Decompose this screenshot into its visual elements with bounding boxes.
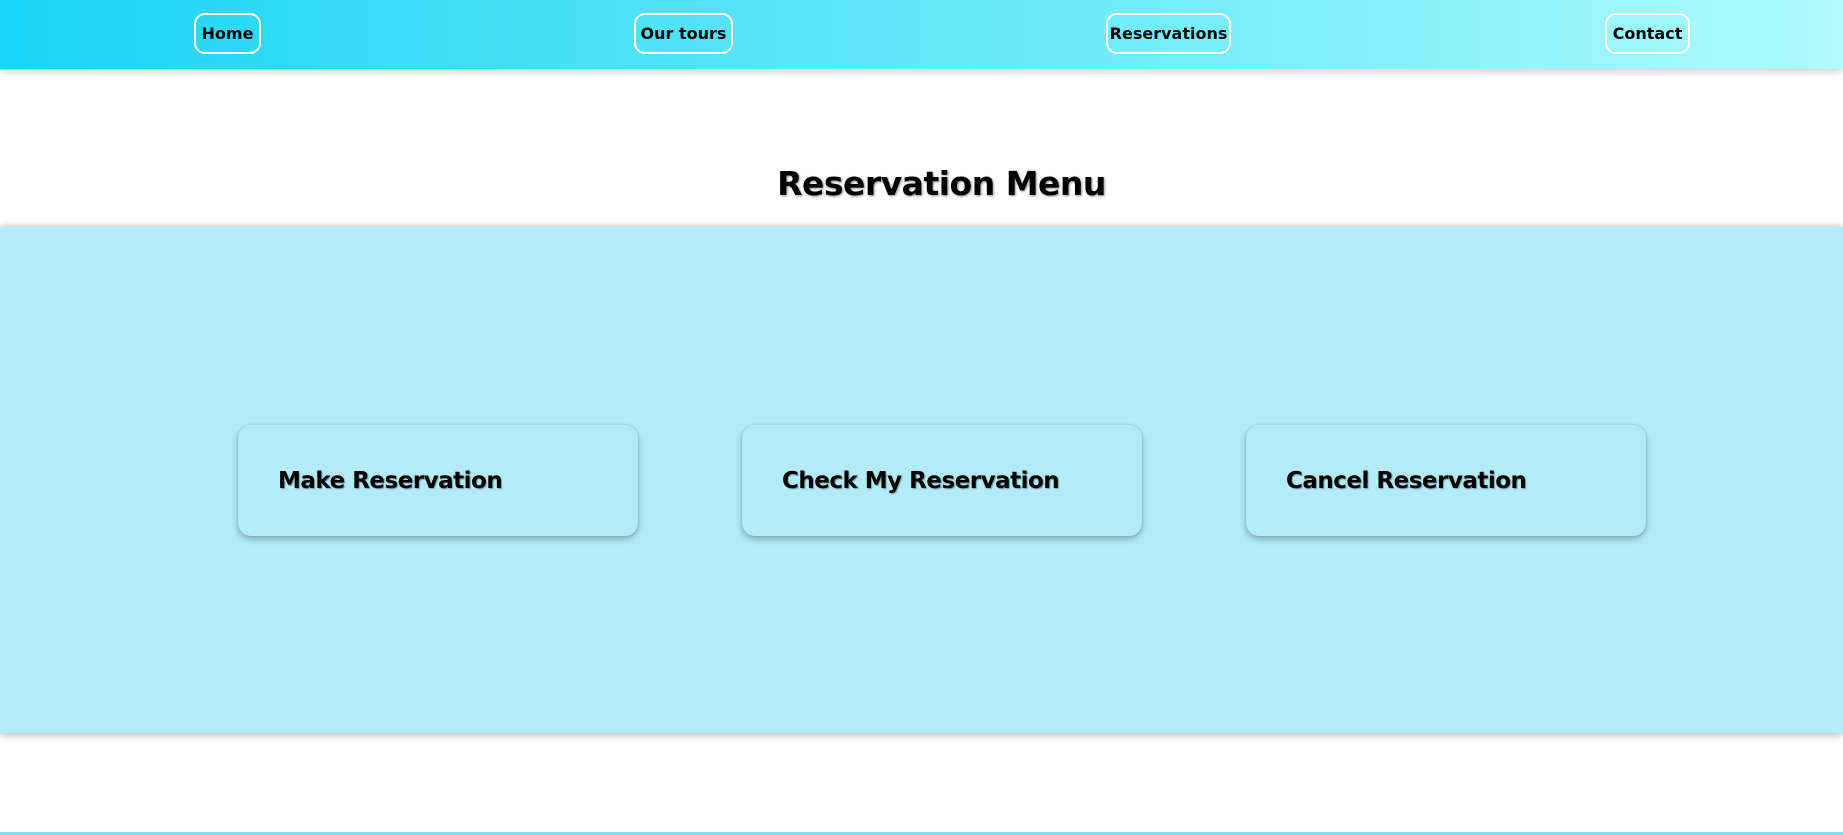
make-reservation-card[interactable]: Make Reservation [238,425,638,536]
cancel-reservation-card[interactable]: Cancel Reservation [1246,425,1646,536]
nav-contact-button[interactable]: Contact [1605,13,1690,54]
cancel-reservation-label: Cancel Reservation [1286,467,1527,494]
nav-reservations-button[interactable]: Reservations [1106,13,1231,54]
make-reservation-label: Make Reservation [278,467,503,494]
reservation-menu-section: Make Reservation Check My Reservation Ca… [0,227,1843,733]
nav-home-button[interactable]: Home [194,13,261,54]
nav-our-tours-button[interactable]: Our tours [634,13,733,54]
top-navbar: Home Our tours Reservations Contact [0,0,1843,69]
check-reservation-label: Check My Reservation [782,467,1060,494]
page-title: Reservation Menu [777,164,1106,203]
check-reservation-card[interactable]: Check My Reservation [742,425,1142,536]
